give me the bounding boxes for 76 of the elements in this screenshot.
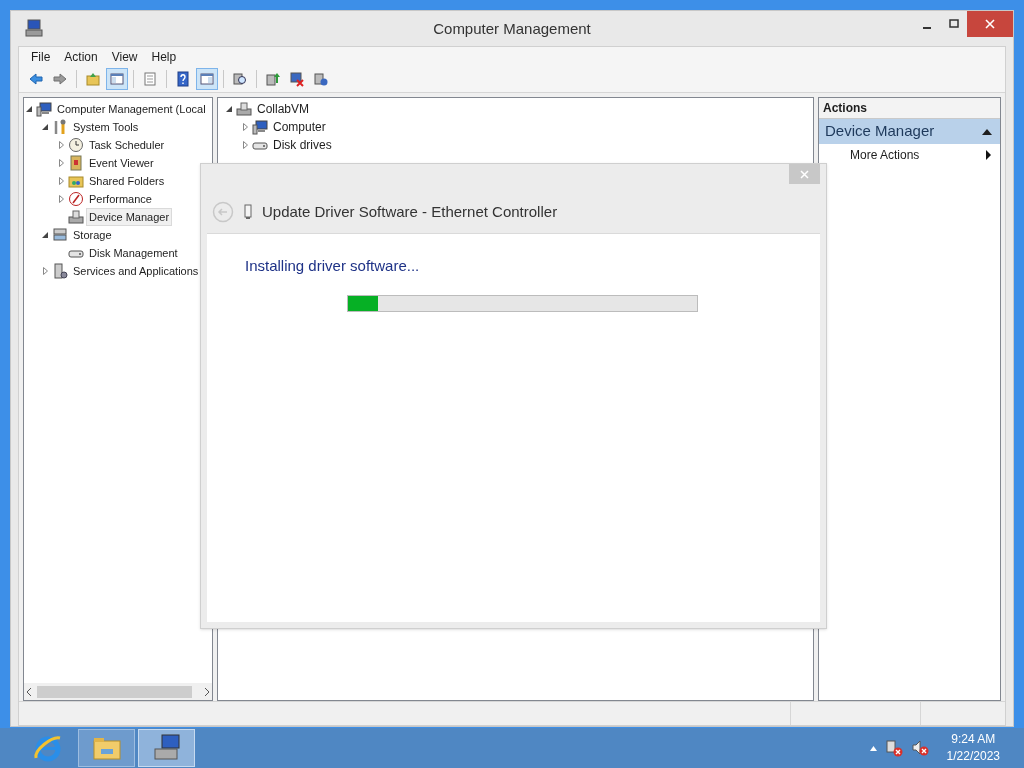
pane-toggle-icon: [199, 71, 215, 87]
update-driver-icon: [265, 71, 281, 87]
tree-item[interactable]: Performance: [86, 189, 155, 209]
collapse-arrow-icon[interactable]: [26, 106, 32, 112]
computer-management-icon: [25, 19, 43, 37]
event-log-icon: [68, 155, 84, 171]
network-adapter-icon: [244, 204, 252, 220]
gauge-icon: [68, 191, 84, 207]
folder-up-icon: [85, 71, 101, 87]
horizontal-scrollbar[interactable]: [24, 683, 212, 700]
collapse-arrow-icon[interactable]: [226, 106, 232, 112]
tools-icon: [52, 119, 68, 135]
actions-header: Actions: [819, 98, 1000, 119]
status-message: Installing driver software...: [245, 256, 421, 276]
action-item[interactable]: More Actions: [819, 144, 1000, 165]
expand-arrow-icon[interactable]: [42, 267, 48, 275]
expand-arrow-icon[interactable]: [58, 159, 64, 167]
services-icon: [52, 263, 68, 279]
close-icon: [985, 19, 995, 29]
expand-arrow-icon[interactable]: [242, 141, 248, 149]
clock-time[interactable]: 9:24 AM: [951, 731, 996, 748]
clock-date[interactable]: 1/22/2023: [946, 748, 1000, 765]
collapse-caret-icon[interactable]: [982, 128, 992, 135]
submenu-arrow-icon: [986, 149, 991, 160]
tree-item[interactable]: Task Scheduler: [86, 135, 168, 155]
disable-device-icon: [289, 71, 305, 87]
speaker-muted-icon[interactable]: [910, 739, 929, 757]
device-manager-icon: [68, 209, 84, 225]
back-arrow-icon: [28, 71, 44, 87]
computer-icon: [36, 101, 52, 117]
tree-item[interactable]: Services and Applications: [70, 261, 202, 281]
tree-item[interactable]: Device Manager: [86, 207, 173, 227]
window-title: Computer Management: [433, 18, 591, 39]
menu-item[interactable]: View: [105, 48, 144, 66]
maximize-icon: [948, 19, 959, 29]
clock-icon: [68, 137, 84, 153]
computer-icon: [252, 119, 268, 135]
close-button[interactable]: [967, 11, 1013, 37]
tree-item[interactable]: Shared Folders: [86, 171, 168, 191]
expand-arrow-icon[interactable]: [58, 141, 64, 149]
tree-item[interactable]: Computer: [270, 117, 329, 137]
tree-item[interactable]: Storage: [70, 225, 115, 245]
tree-item[interactable]: Event Viewer: [86, 153, 157, 173]
menu-item[interactable]: Help: [145, 48, 183, 66]
menu-item[interactable]: Action: [58, 48, 104, 66]
pane-toggle-button[interactable]: [106, 68, 128, 90]
expand-arrow-icon[interactable]: [58, 195, 64, 203]
tree-item[interactable]: Disk Management: [86, 243, 181, 263]
show-hidden-icons-icon[interactable]: [869, 745, 877, 751]
expand-arrow-icon[interactable]: [242, 123, 248, 131]
shared-folder-icon: [68, 173, 84, 189]
tree-item[interactable]: Computer Management (Local: [54, 99, 209, 119]
uninstall-device-icon: [313, 71, 329, 87]
scroll-left-icon[interactable]: [27, 687, 32, 696]
pane-toggle-icon: [109, 71, 125, 87]
minimize-icon: [922, 26, 931, 29]
scan-hardware-icon: [232, 71, 248, 87]
forward-arrow-icon: [52, 71, 68, 87]
properties-icon: [142, 71, 158, 87]
tree-item[interactable]: Disk drives: [270, 135, 335, 155]
action-section-header[interactable]: Device Manager: [819, 119, 1000, 144]
device-manager-icon: [236, 101, 252, 117]
collapse-arrow-icon[interactable]: [42, 232, 48, 238]
tree-item[interactable]: CollabVM: [254, 99, 313, 119]
scroll-right-icon[interactable]: [204, 687, 209, 696]
network-error-icon[interactable]: [884, 739, 903, 757]
storage-icon: [52, 227, 68, 243]
collapse-arrow-icon[interactable]: [42, 124, 48, 130]
menu-item[interactable]: File: [25, 48, 57, 66]
expand-arrow-icon[interactable]: [58, 177, 64, 185]
help-icon: [175, 71, 191, 87]
pane-toggle-button[interactable]: [196, 68, 218, 90]
tree-item[interactable]: System Tools: [70, 117, 142, 137]
taskbar-app-button[interactable]: [138, 729, 195, 767]
dialog-title: Update Driver Software - Ethernet Controller: [262, 201, 558, 222]
close-icon: [800, 169, 809, 179]
